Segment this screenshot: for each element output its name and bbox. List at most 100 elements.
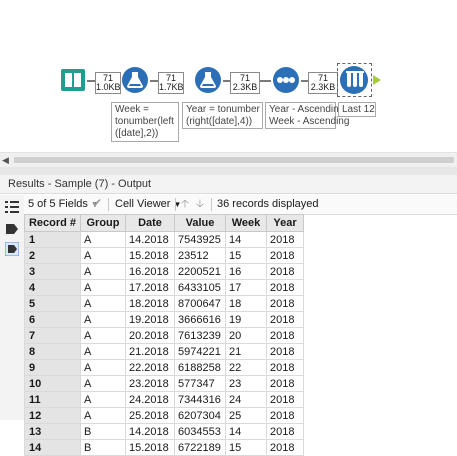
table-row[interactable]: 10 A 23.2018 577347 23 2018 xyxy=(24,375,304,392)
week-cell[interactable]: 14 xyxy=(225,231,267,248)
date-cell[interactable]: 15.2018 xyxy=(125,247,175,264)
group-cell[interactable]: A xyxy=(80,263,126,280)
week-cell[interactable]: 24 xyxy=(225,391,267,408)
value-cell[interactable]: 7613239 xyxy=(174,327,226,344)
value-cell[interactable]: 6722189 xyxy=(174,439,226,456)
date-cell[interactable]: 23.2018 xyxy=(125,375,175,392)
value-cell[interactable]: 8700647 xyxy=(174,295,226,312)
column-header[interactable]: Group xyxy=(80,214,126,232)
table-row[interactable]: 11 A 24.2018 7344316 24 2018 xyxy=(24,391,304,408)
week-cell[interactable]: 14 xyxy=(225,423,267,440)
output-anchor-tag-icon[interactable] xyxy=(4,241,20,257)
value-cell[interactable]: 6188258 xyxy=(174,359,226,376)
year-cell[interactable]: 2018 xyxy=(266,247,304,264)
value-cell[interactable]: 7543925 xyxy=(174,231,226,248)
week-cell[interactable]: 15 xyxy=(225,439,267,456)
canvas-horizontal-scrollbar[interactable]: ◀ xyxy=(0,152,457,167)
date-cell[interactable]: 18.2018 xyxy=(125,295,175,312)
year-cell[interactable]: 2018 xyxy=(266,295,304,312)
year-cell[interactable]: 2018 xyxy=(266,279,304,296)
output-anchor-icon[interactable] xyxy=(373,75,381,85)
scrollbar-thumb[interactable] xyxy=(14,157,454,163)
table-row[interactable]: 12 A 25.2018 6207304 25 2018 xyxy=(24,407,304,424)
group-cell[interactable]: B xyxy=(80,439,126,456)
column-header[interactable]: Year xyxy=(266,214,304,232)
scroll-left-icon[interactable]: ◀ xyxy=(2,155,9,166)
arrow-down-icon[interactable]: 🡣 xyxy=(196,198,204,211)
table-row[interactable]: 3 A 16.2018 2200521 16 2018 xyxy=(24,263,304,280)
group-cell[interactable]: A xyxy=(80,295,126,312)
week-cell[interactable]: 25 xyxy=(225,407,267,424)
week-cell[interactable]: 21 xyxy=(225,343,267,360)
value-cell[interactable]: 2200521 xyxy=(174,263,226,280)
year-cell[interactable]: 2018 xyxy=(266,311,304,328)
year-cell[interactable]: 2018 xyxy=(266,231,304,248)
table-row[interactable]: 7 A 20.2018 7613239 20 2018 xyxy=(24,327,304,344)
year-cell[interactable]: 2018 xyxy=(266,391,304,408)
sort-tool[interactable] xyxy=(272,66,300,94)
value-cell[interactable]: 6433105 xyxy=(174,279,226,296)
panel-divider[interactable] xyxy=(0,167,457,175)
checkmark-icon[interactable]: ✔ xyxy=(92,197,102,210)
week-cell[interactable]: 15 xyxy=(225,247,267,264)
week-cell[interactable]: 20 xyxy=(225,327,267,344)
table-row[interactable]: 1 A 14.2018 7543925 14 2018 xyxy=(24,231,304,248)
column-header[interactable]: Date xyxy=(125,214,175,232)
year-cell[interactable]: 2018 xyxy=(266,375,304,392)
week-cell[interactable]: 18 xyxy=(225,295,267,312)
column-header[interactable]: Record # xyxy=(24,214,81,232)
metadata-tag-icon[interactable] xyxy=(5,222,19,236)
table-row[interactable]: 8 A 21.2018 5974221 21 2018 xyxy=(24,343,304,360)
fields-selector[interactable]: 5 of 5 Fields ▼ xyxy=(28,198,99,211)
list-view-icon[interactable] xyxy=(5,200,19,214)
year-cell[interactable]: 2018 xyxy=(266,263,304,280)
group-cell[interactable]: B xyxy=(80,423,126,440)
group-cell[interactable]: A xyxy=(80,279,126,296)
table-row[interactable]: 9 A 22.2018 6188258 22 2018 xyxy=(24,359,304,376)
group-cell[interactable]: A xyxy=(80,327,126,344)
group-cell[interactable]: A xyxy=(80,407,126,424)
date-cell[interactable]: 15.2018 xyxy=(125,439,175,456)
year-cell[interactable]: 2018 xyxy=(266,423,304,440)
table-row[interactable]: 14 B 15.2018 6722189 15 2018 xyxy=(24,439,304,456)
week-cell[interactable]: 22 xyxy=(225,359,267,376)
date-cell[interactable]: 19.2018 xyxy=(125,311,175,328)
formula-tool[interactable] xyxy=(121,66,149,94)
value-cell[interactable]: 5974221 xyxy=(174,343,226,360)
week-cell[interactable]: 19 xyxy=(225,311,267,328)
value-cell[interactable]: 23512 xyxy=(174,247,226,264)
date-cell[interactable]: 24.2018 xyxy=(125,391,175,408)
week-cell[interactable]: 23 xyxy=(225,375,267,392)
sample-tool[interactable] xyxy=(337,63,372,97)
year-cell[interactable]: 2018 xyxy=(266,359,304,376)
column-header[interactable]: Value xyxy=(174,214,226,232)
week-cell[interactable]: 17 xyxy=(225,279,267,296)
date-cell[interactable]: 14.2018 xyxy=(125,231,175,248)
group-cell[interactable]: A xyxy=(80,311,126,328)
table-row[interactable]: 6 A 19.2018 3666616 19 2018 xyxy=(24,311,304,328)
week-cell[interactable]: 16 xyxy=(225,263,267,280)
group-cell[interactable]: A xyxy=(80,343,126,360)
year-cell[interactable]: 2018 xyxy=(266,327,304,344)
value-cell[interactable]: 3666616 xyxy=(174,311,226,328)
input-data-tool[interactable] xyxy=(60,68,86,92)
group-cell[interactable]: A xyxy=(80,359,126,376)
year-cell[interactable]: 2018 xyxy=(266,439,304,456)
group-cell[interactable]: A xyxy=(80,391,126,408)
date-cell[interactable]: 14.2018 xyxy=(125,423,175,440)
group-cell[interactable]: A xyxy=(80,375,126,392)
date-cell[interactable]: 21.2018 xyxy=(125,343,175,360)
date-cell[interactable]: 20.2018 xyxy=(125,327,175,344)
date-cell[interactable]: 25.2018 xyxy=(125,407,175,424)
year-cell[interactable]: 2018 xyxy=(266,407,304,424)
value-cell[interactable]: 6034553 xyxy=(174,423,226,440)
workflow-canvas[interactable]: 71 1.0KB 71 1.7KB 71 2.3KB 71 2.3KB Week… xyxy=(0,0,457,152)
group-cell[interactable]: A xyxy=(80,247,126,264)
date-cell[interactable]: 16.2018 xyxy=(125,263,175,280)
table-row[interactable]: 13 B 14.2018 6034553 14 2018 xyxy=(24,423,304,440)
value-cell[interactable]: 577347 xyxy=(174,375,226,392)
formula-tool[interactable] xyxy=(194,66,222,94)
date-cell[interactable]: 22.2018 xyxy=(125,359,175,376)
cell-viewer-selector[interactable]: Cell Viewer ▼ xyxy=(115,198,181,211)
table-row[interactable]: 2 A 15.2018 23512 15 2018 xyxy=(24,247,304,264)
